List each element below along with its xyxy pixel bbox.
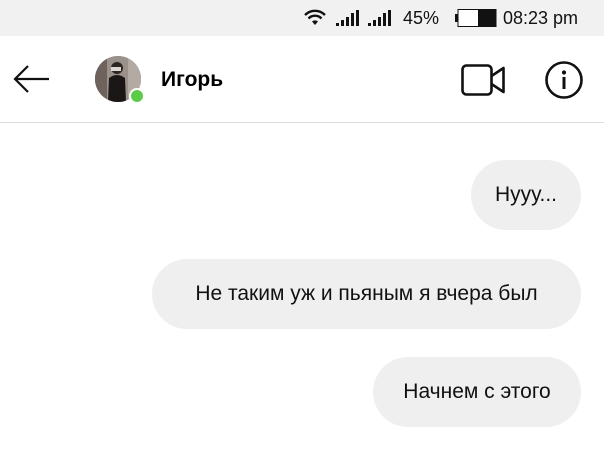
contact-avatar-button[interactable] — [95, 56, 145, 104]
chat-header: Игорь — [0, 36, 604, 123]
signal-icon — [368, 10, 391, 26]
message-bubble-outgoing[interactable]: Нууу... — [471, 160, 581, 230]
message-bubble-outgoing[interactable]: Не таким уж и пьяным я вчера был — [152, 259, 581, 329]
battery-icon — [455, 9, 497, 27]
contact-name[interactable]: Игорь — [161, 68, 223, 92]
battery-percent: 45% — [403, 8, 440, 28]
back-arrow-icon[interactable] — [12, 62, 52, 96]
signal-icon — [336, 10, 359, 26]
online-status-dot — [129, 88, 145, 104]
video-call-icon[interactable] — [460, 62, 506, 98]
info-icon[interactable] — [544, 60, 584, 100]
message-bubble-outgoing[interactable]: Начнем с этого — [373, 357, 581, 427]
status-time: 08:23 pm — [503, 8, 579, 28]
status-bar: 45% 08:23 pm — [0, 0, 604, 36]
wifi-icon — [304, 9, 326, 25]
